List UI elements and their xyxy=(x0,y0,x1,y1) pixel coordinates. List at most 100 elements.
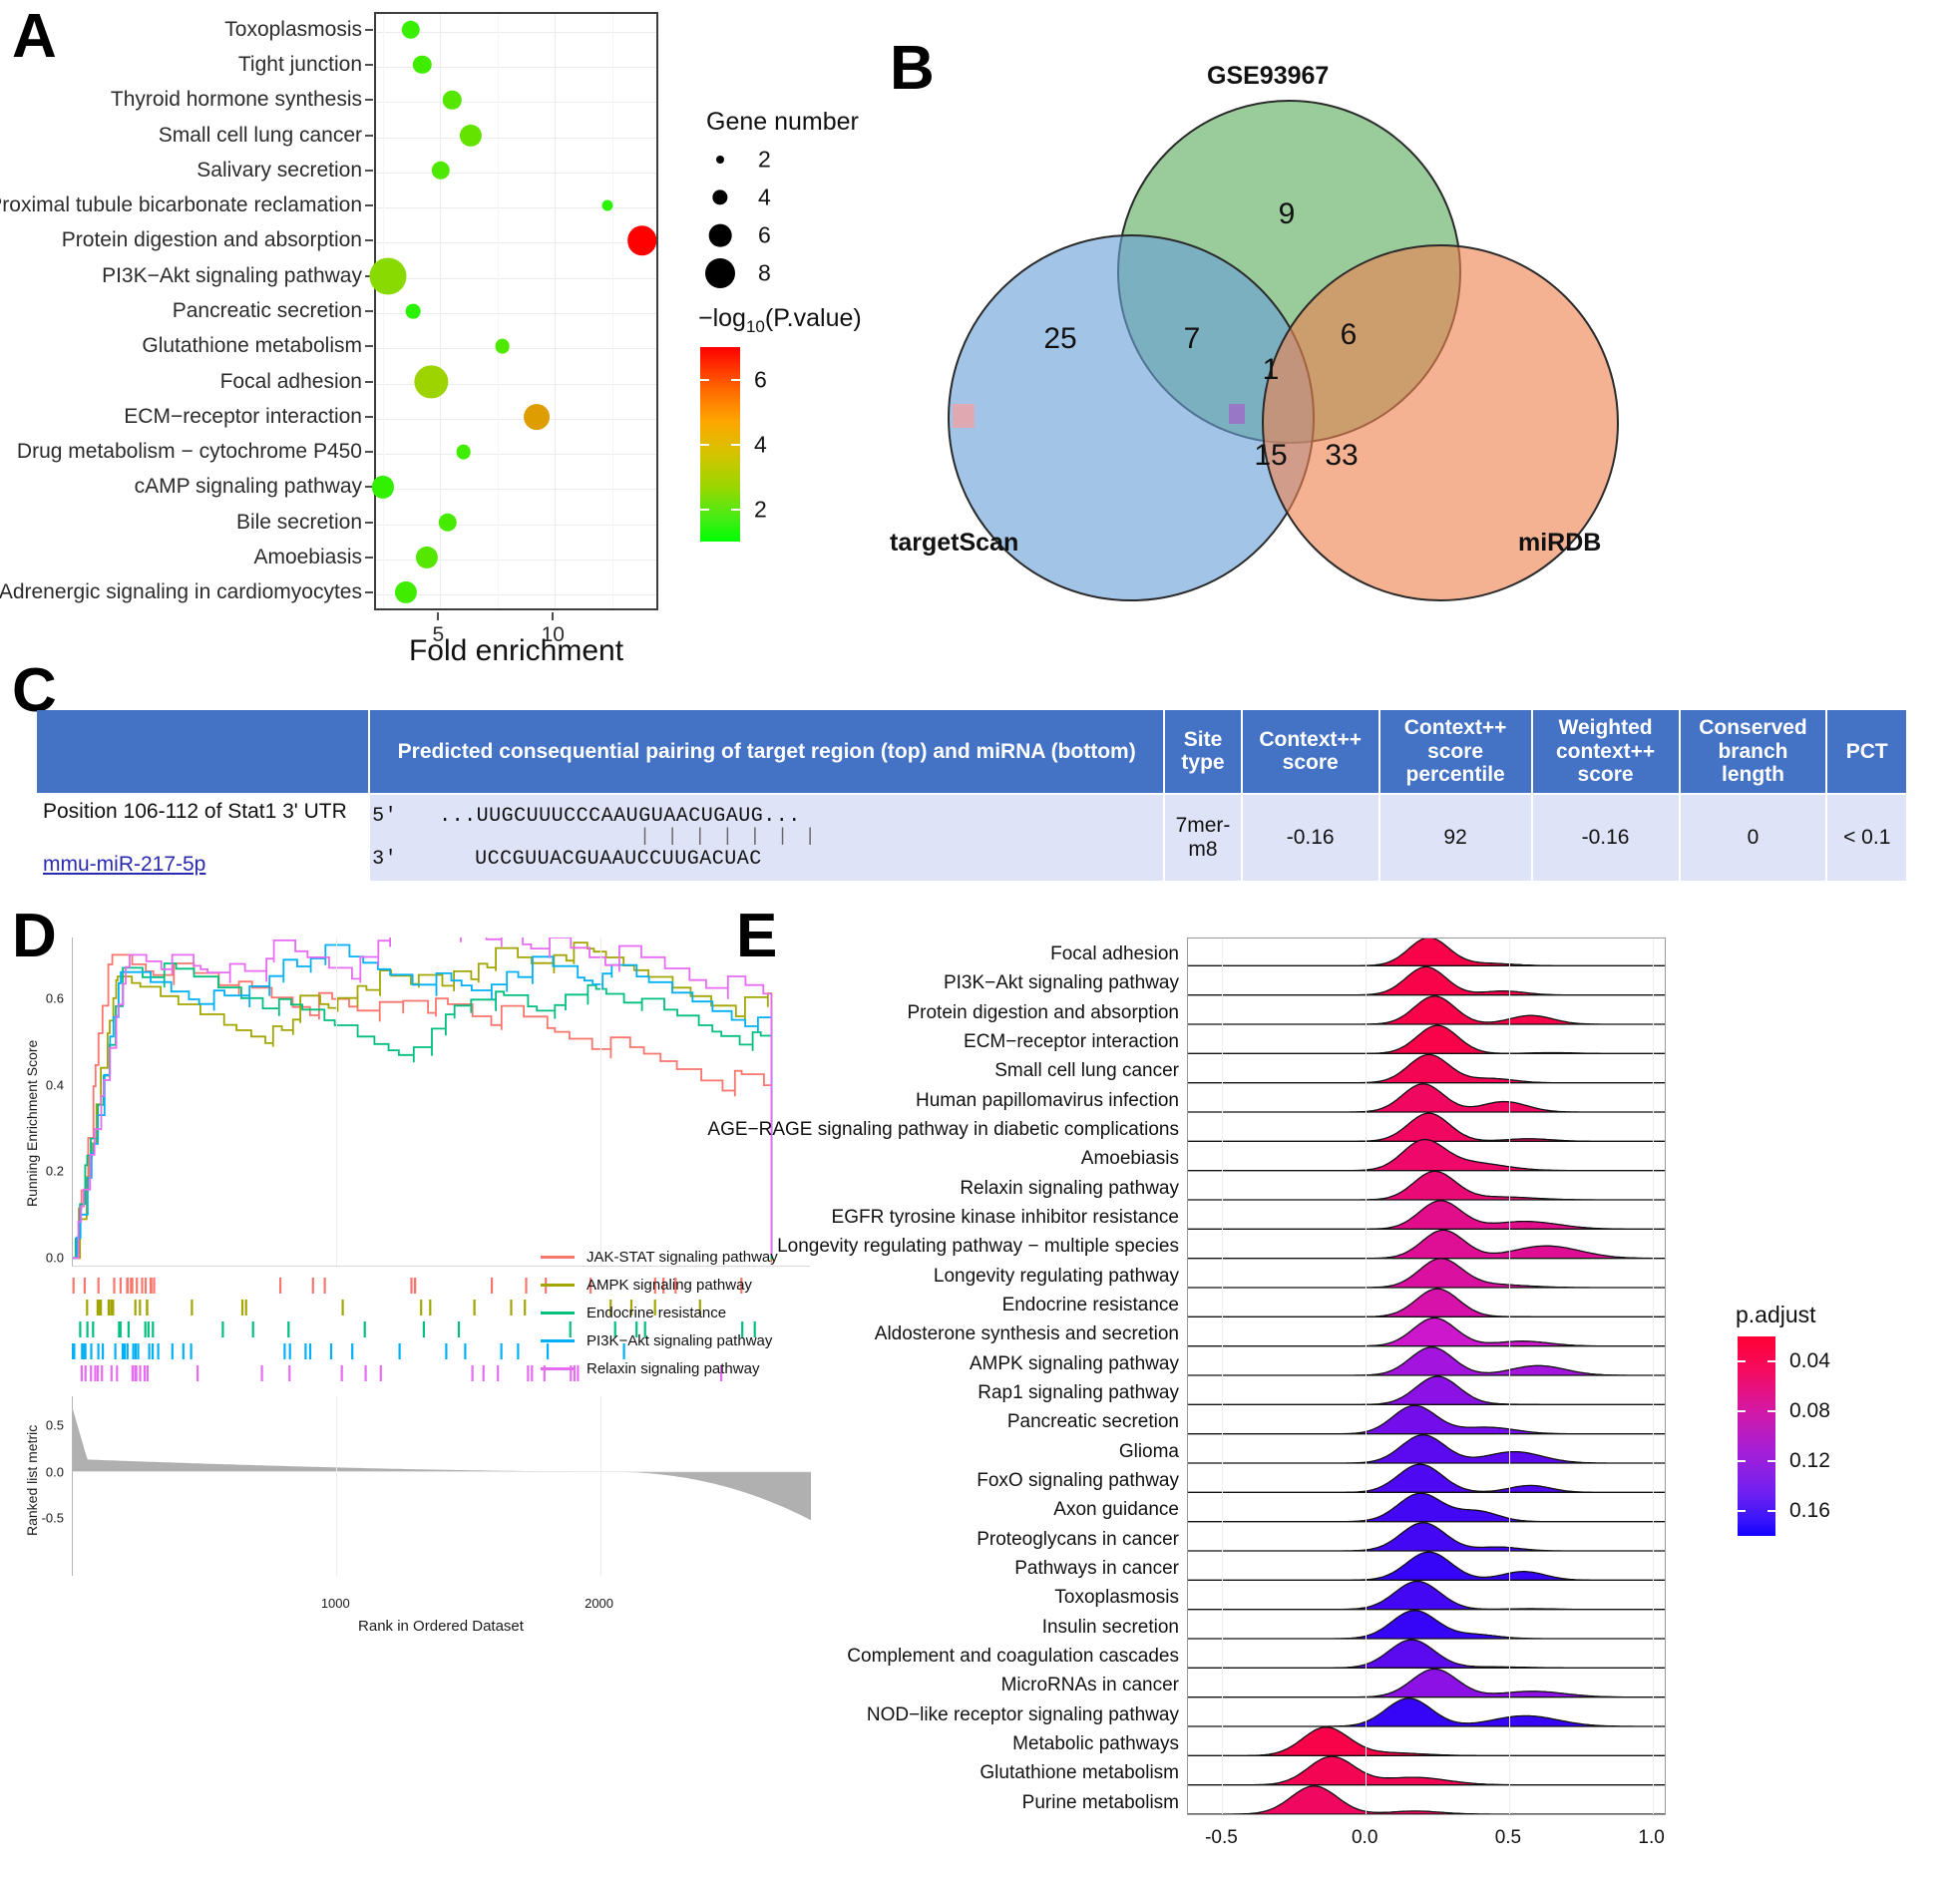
panel-a-ytick xyxy=(365,591,373,594)
panel-e-category-label: MicroRNAs in cancer xyxy=(1000,1675,1179,1696)
panel-a-category-label: Drug metabolism − cytochrome P450 xyxy=(16,440,362,464)
panel-e-category-label: Rap1 signaling pathway xyxy=(978,1382,1179,1403)
venn-count-mirdb-only: 33 xyxy=(1325,439,1359,472)
td-site-type: 7mer-m8 xyxy=(1165,794,1241,881)
venn-count-all-three: 1 xyxy=(1262,353,1280,386)
panel-e-category-label: Human papillomavirus infection xyxy=(915,1089,1179,1111)
panel-a-dot xyxy=(495,338,511,354)
ridge-density xyxy=(1188,1024,1665,1054)
e-gridline xyxy=(1508,939,1510,1814)
panel-a-ytick xyxy=(365,415,373,418)
panel-a-letter: A xyxy=(12,2,57,71)
panel-b-venn: B 9 25 33 25 7 6 15 1 GSE93967 targetSca… xyxy=(878,0,1960,668)
target-sequence: ...UUGCUUUCCCAAUGUAACUGAUG... xyxy=(439,804,801,828)
panel-a-category-label: PI3K−Akt signaling pathway xyxy=(102,263,362,287)
gridline-h xyxy=(376,207,656,209)
ridge-density xyxy=(1188,1610,1665,1640)
panel-e-category-label: Amoebiasis xyxy=(1080,1148,1179,1170)
ridge-curves xyxy=(1188,939,1665,1814)
td-conserved-branch: 0 xyxy=(1680,794,1826,881)
panel-a-category-label: Salivary secretion xyxy=(196,158,362,182)
ridge-density xyxy=(1188,1639,1665,1669)
gridline-h xyxy=(376,172,656,174)
d-legend-label: Endocrine resistance xyxy=(587,1305,727,1321)
td-weighted-context: -0.16 xyxy=(1532,794,1679,881)
venn-label-gse93967: GSE93967 xyxy=(1207,62,1330,90)
panel-a-category-label: Glutathione metabolism xyxy=(142,334,362,358)
panel-a-ytick xyxy=(365,451,373,454)
ridge-density xyxy=(1188,1053,1665,1084)
table-header-row: Predicted consequential pairing of targe… xyxy=(37,710,1906,793)
gridline-h xyxy=(376,524,656,526)
colorbar-tick-label: 4 xyxy=(754,431,767,457)
d-gridline xyxy=(599,938,601,1266)
venn-count-targetscan-mirdb: 15 xyxy=(1254,439,1288,472)
panel-e-category-label: ECM−receptor interaction xyxy=(964,1031,1179,1052)
gridline-h xyxy=(376,454,656,456)
panel-a-ytick xyxy=(365,521,373,524)
d-legend-swatch xyxy=(541,1312,575,1315)
mirna-sequence: UCCGUUACGUAAUCCUUGACUAC xyxy=(475,847,762,871)
panel-a-ytick xyxy=(365,134,373,137)
d-legend-swatch xyxy=(541,1256,575,1259)
gene-number-legend-label: 2 xyxy=(758,146,771,173)
panel-a-dot xyxy=(601,199,613,211)
ridge-density xyxy=(1188,1697,1665,1727)
panel-a-dot xyxy=(456,444,471,460)
mirna-link[interactable]: mmu-miR-217-5p xyxy=(43,853,205,876)
ranked-metric-fill xyxy=(73,1408,811,1521)
pairing-bars: | | | | | | | xyxy=(639,826,819,847)
gsea-ranked-metric-plot xyxy=(72,1396,811,1576)
gene-number-legend-dot xyxy=(708,223,732,247)
th-context-score: Context++ score xyxy=(1242,710,1378,793)
gsea-enrichment-plot xyxy=(72,938,810,1267)
th-pairing: Predicted consequential pairing of targe… xyxy=(370,710,1164,793)
ridgeplot-area xyxy=(1187,938,1666,1815)
ridge-density xyxy=(1188,1346,1665,1376)
gridline-h xyxy=(376,418,656,420)
panel-a-dot xyxy=(405,303,421,319)
e-colorbar-tick-left xyxy=(1738,1460,1746,1462)
panel-a-ytick xyxy=(365,204,373,207)
e-gridline xyxy=(1652,939,1654,1814)
ridge-density xyxy=(1188,965,1665,996)
gene-number-legend-label: 6 xyxy=(758,221,771,248)
e-colorbar-tick-right xyxy=(1767,1460,1775,1462)
d-xlabel: Rank in Ordered Dataset xyxy=(358,1618,524,1635)
th-context-percentile: Context++ score percentile xyxy=(1379,710,1531,793)
panel-e-category-label: AGE−RAGE signaling pathway in diabetic c… xyxy=(707,1119,1179,1140)
ridge-density xyxy=(1188,1258,1665,1289)
gene-number-legend-label: 8 xyxy=(758,259,771,286)
gene-number-legend-label: 4 xyxy=(758,184,771,210)
th-position xyxy=(37,710,369,793)
e-colorbar-tick-right xyxy=(1767,1510,1775,1512)
panel-a-ytick xyxy=(365,380,373,383)
gene-number-legend-title: Gene number xyxy=(706,108,859,136)
ridge-density xyxy=(1188,1170,1665,1201)
panel-a-category-label: Thyroid hormone synthesis xyxy=(110,88,362,112)
panel-e-category-label: Relaxin signaling pathway xyxy=(960,1177,1179,1199)
td-context-score: -0.16 xyxy=(1242,794,1378,881)
ridge-density xyxy=(1188,1138,1665,1172)
panel-e-category-label: Proteoglycans in cancer xyxy=(977,1528,1179,1550)
panel-e-xtick-label: 1.0 xyxy=(1638,1827,1665,1848)
panel-a-dot xyxy=(627,225,657,256)
panel-a-ytick xyxy=(365,345,373,348)
d-ylabel-bottom: Ranked list metric xyxy=(24,1424,40,1536)
d-gridline xyxy=(599,1396,601,1576)
th-weighted-context: Weighted context++ score xyxy=(1532,710,1679,793)
gridline-v xyxy=(382,14,384,608)
panel-e-xtick-label: -0.5 xyxy=(1205,1827,1238,1848)
table-row: Position 106-112 of Stat1 3' UTR mmu-miR… xyxy=(37,794,1906,881)
panel-a-category-label: Adrenergic signaling in cardiomyocytes xyxy=(0,580,362,604)
ridge-density xyxy=(1188,1200,1665,1230)
panel-e-category-label: Aldosterone synthesis and secretion xyxy=(874,1323,1179,1345)
panel-e-category-label: Axon guidance xyxy=(1053,1499,1179,1521)
d-legend-swatch xyxy=(541,1367,575,1370)
gridline-h xyxy=(376,277,656,279)
panel-e-category-label: PI3K−Akt signaling pathway xyxy=(943,972,1179,994)
panel-a-ytick xyxy=(365,310,373,312)
panel-e-category-label: FoxO signaling pathway xyxy=(977,1470,1179,1491)
colorbar-tick-left xyxy=(700,443,709,446)
gene-number-legend-dot xyxy=(716,156,724,164)
